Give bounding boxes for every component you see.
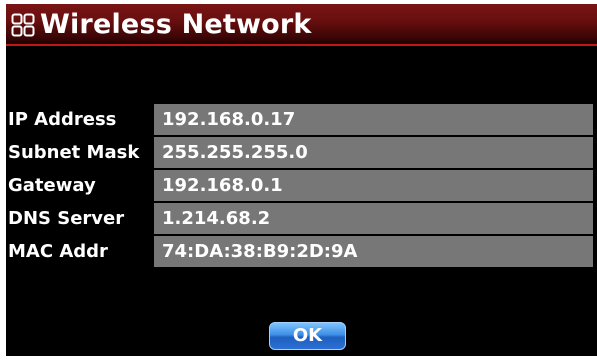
dns-server-label: DNS Server [8, 208, 125, 229]
subnet-mask-value: 255.255.255.0 [154, 137, 593, 168]
title-bar: Wireless Network [6, 4, 597, 46]
mac-addr-value: 74:DA:38:B9:2D:9A [154, 236, 593, 267]
mac-addr-label: MAC Addr [8, 241, 108, 262]
ok-button[interactable]: OK [269, 322, 346, 350]
subnet-mask-label: Subnet Mask [8, 142, 140, 163]
dns-server-value: 1.214.68.2 [154, 203, 593, 234]
ip-address-row: IP Address 192.168.0.17 [6, 104, 597, 135]
dns-server-row: DNS Server 1.214.68.2 [6, 203, 597, 234]
ip-address-label: IP Address [8, 109, 117, 130]
grid-icon [11, 13, 35, 37]
mac-addr-row: MAC Addr 74:DA:38:B9:2D:9A [6, 236, 597, 267]
gateway-label: Gateway [8, 175, 96, 196]
network-info-list: IP Address 192.168.0.17 Subnet Mask 255.… [6, 104, 597, 269]
gateway-value: 192.168.0.1 [154, 170, 593, 201]
subnet-mask-row: Subnet Mask 255.255.255.0 [6, 137, 597, 168]
ip-address-value: 192.168.0.17 [154, 104, 593, 135]
page-title: Wireless Network [40, 9, 312, 40]
wireless-network-screen: Wireless Network IP Address 192.168.0.17… [6, 4, 597, 356]
gateway-row: Gateway 192.168.0.1 [6, 170, 597, 201]
